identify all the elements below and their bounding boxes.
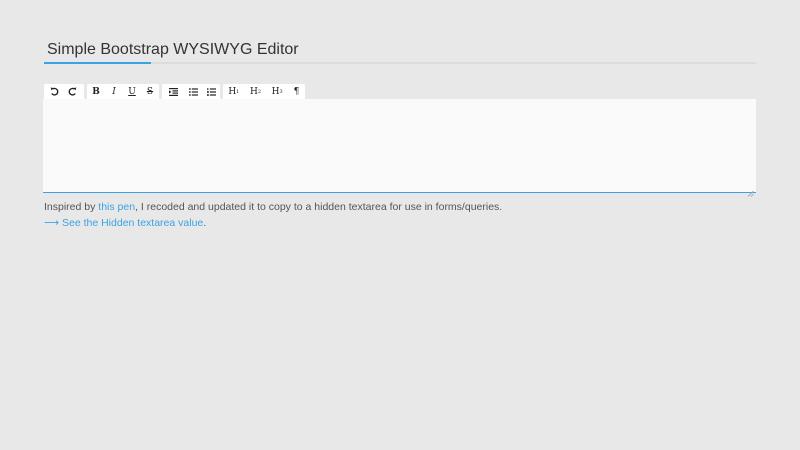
page-title: Simple Bootstrap WYSIWYG Editor [47,41,299,58]
list-button-group [162,84,220,99]
indent-button[interactable] [162,84,185,99]
underline-button[interactable]: U [123,84,141,99]
see-hidden-textarea-link[interactable]: See the Hidden textarea value [62,217,203,229]
numbered-list-button[interactable] [202,84,220,99]
numbered-list-icon [206,87,216,96]
underline-label: U [128,86,136,97]
resize-grip-icon [747,190,754,197]
this-pen-link[interactable]: this pen [98,201,135,213]
heading-1-button[interactable]: H1 [223,84,245,99]
bullet-list-button[interactable] [185,84,203,99]
editor-area[interactable] [43,99,756,193]
bullet-list-icon [188,87,198,96]
heading-1-label: H [228,86,237,97]
editor-toolbar: B I U S H 1 H 2 H 3 ¶ [44,84,308,99]
paragraph-icon: ¶ [293,86,300,97]
arrow-right-icon: ⟶ [44,217,60,229]
undo-icon [50,87,58,96]
strikethrough-button[interactable]: S [141,84,159,99]
page-header: Simple Bootstrap WYSIWYG Editor [44,36,756,64]
italic-button[interactable]: I [105,84,123,99]
description-text: Inspired by this pen, I recoded and upda… [44,201,502,213]
italic-label: I [112,86,116,97]
heading-2-button[interactable]: H2 [245,84,267,99]
title-divider-accent [44,62,151,64]
heading-3-label: H [271,86,280,97]
indent-icon [168,87,178,96]
heading-2-label: H [249,86,258,97]
history-button-group [44,84,84,99]
redo-icon [68,87,76,96]
strikethrough-label: S [146,86,154,97]
paragraph-button[interactable]: ¶ [288,84,305,99]
resize-handle[interactable] [747,184,754,197]
redo-button[interactable] [63,84,81,99]
see-suffix: . [203,217,207,229]
format-button-group: B I U S [87,84,159,99]
page: Simple Bootstrap WYSIWYG Editor B I U S … [0,0,800,450]
heading-button-group: H1 H2 H3 ¶ [223,84,305,99]
description-prefix: Inspired by [44,201,99,213]
undo-button[interactable] [45,84,63,99]
bold-button[interactable]: B [87,84,105,99]
heading-3-button[interactable]: H3 [266,84,288,99]
description-suffix: , I recoded and updated it to copy to a … [135,201,503,213]
see-hidden-textarea-line: ⟶ See the Hidden textarea value. [44,217,206,229]
bold-label: B [92,86,100,97]
